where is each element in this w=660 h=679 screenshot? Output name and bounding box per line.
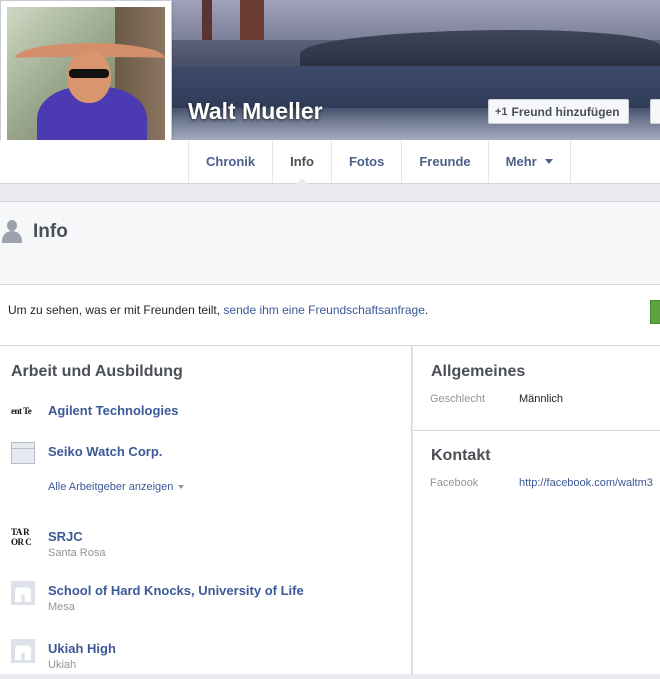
- work-education-section: Arbeit und Ausbildung ent Te Agilent Tec…: [0, 346, 412, 674]
- school-location: Santa Rosa: [48, 547, 106, 559]
- tab-info[interactable]: Info: [272, 140, 331, 184]
- list-item: TA R OR C SRJC Santa Rosa: [11, 527, 401, 567]
- employer-link[interactable]: Seiko Watch Corp.: [48, 444, 162, 459]
- tab-fotos[interactable]: Fotos: [330, 140, 401, 183]
- list-item: Seiko Watch Corp.: [11, 440, 401, 480]
- gender-value: Männlich: [519, 393, 564, 405]
- school-link[interactable]: Ukiah High: [48, 641, 116, 656]
- school-logo[interactable]: TA R OR C: [11, 527, 37, 553]
- list-item: Ukiah High Ukiah: [11, 639, 401, 679]
- profile-tab-bar: Chronik Info Fotos Freunde Mehr: [0, 140, 660, 184]
- chevron-down-icon: [544, 159, 553, 164]
- show-all-employers-link[interactable]: Alle Arbeitgeber anzeigen: [48, 481, 185, 493]
- info-header: Info: [0, 201, 660, 285]
- facebook-label: Facebook: [430, 477, 479, 489]
- page-title: Info: [33, 221, 68, 242]
- employer-logo[interactable]: ent Te: [11, 401, 37, 427]
- general-title: Allgemeines: [431, 363, 526, 380]
- school-link[interactable]: SRJC: [48, 529, 83, 544]
- notice-suffix: .: [424, 303, 429, 317]
- chevron-down-icon: [178, 485, 185, 490]
- contact-title: Kontakt: [431, 447, 491, 464]
- employer-link[interactable]: Agilent Technologies: [48, 403, 179, 418]
- tab-freunde[interactable]: Freunde: [401, 140, 487, 183]
- send-friend-request-link[interactable]: sende ihm eine Freundschaftsanfrage: [223, 303, 424, 317]
- add-friend-icon: +1: [495, 105, 508, 118]
- friend-request-notice: Um zu sehen, was er mit Freunden teilt, …: [0, 285, 660, 346]
- add-friend-button[interactable]: +1 Freund hinzufügen: [488, 99, 629, 124]
- school-icon[interactable]: [11, 639, 37, 665]
- notice-prefix: Um zu sehen, was er mit Freunden teilt,: [8, 303, 224, 317]
- list-item: School of Hard Knocks, University of Lif…: [11, 581, 401, 621]
- add-friend-label: Freund hinzufügen: [511, 104, 620, 119]
- person-icon: [2, 220, 22, 244]
- profile-photo: [7, 7, 165, 159]
- more-actions-button[interactable]: [650, 99, 660, 124]
- cover-bridge-tower: [240, 0, 264, 40]
- tab-chronik[interactable]: Chronik: [188, 140, 272, 183]
- work-education-title: Arbeit und Ausbildung: [11, 363, 183, 380]
- school-link[interactable]: School of Hard Knocks, University of Lif…: [48, 583, 304, 598]
- facebook-url-link[interactable]: http://facebook.com/waltm3: [519, 477, 653, 489]
- tab-mehr-label: Mehr: [505, 154, 537, 169]
- school-location: Mesa: [48, 601, 75, 613]
- divider: [413, 430, 660, 431]
- cover-bridge-tower: [202, 0, 212, 40]
- tab-mehr[interactable]: Mehr: [487, 140, 571, 183]
- show-all-employers-label: Alle Arbeitgeber anzeigen: [48, 481, 174, 493]
- notice-text: Um zu sehen, was er mit Freunden teilt, …: [8, 303, 428, 317]
- school-icon[interactable]: [11, 581, 37, 607]
- profile-name[interactable]: Walt Mueller: [188, 98, 323, 125]
- gender-label: Geschlecht: [430, 393, 486, 405]
- list-item: ent Te Agilent Technologies: [11, 401, 401, 441]
- add-friend-green-button[interactable]: [650, 300, 660, 324]
- briefcase-icon[interactable]: [11, 440, 37, 466]
- school-location: Ukiah: [48, 659, 77, 671]
- about-right-column: Allgemeines Geschlecht Männlich Kontakt …: [413, 346, 660, 674]
